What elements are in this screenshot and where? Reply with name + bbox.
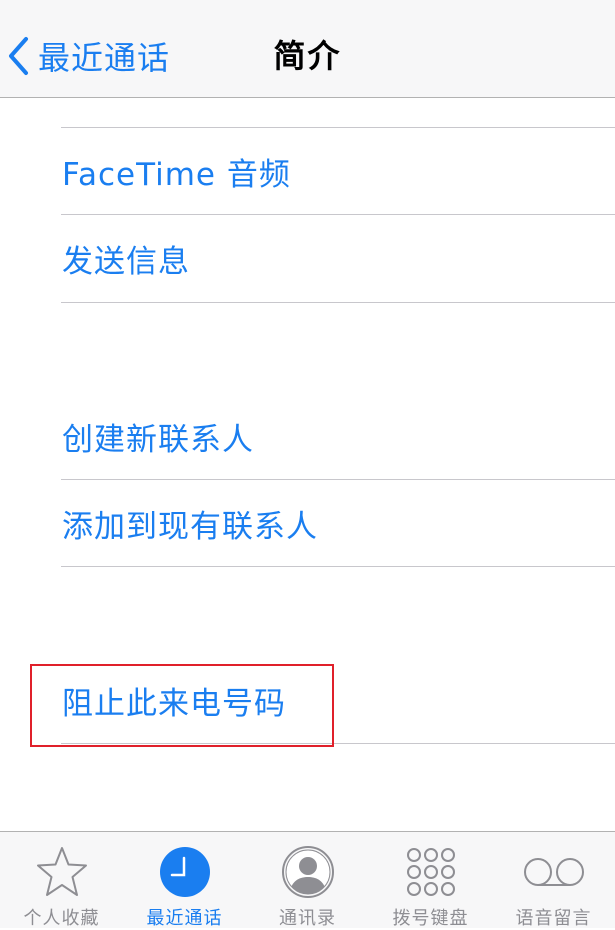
tab-favorites-label: 个人收藏 — [23, 908, 100, 929]
voicemail-icon — [492, 844, 615, 900]
row-separator — [61, 743, 615, 744]
tab-recents[interactable]: 最近通话 — [123, 832, 246, 929]
tab-contacts[interactable]: 通讯录 — [246, 832, 369, 929]
tab-contacts-label: 通讯录 — [279, 908, 336, 929]
contact-info-list: FaceTime 音频 发送信息 创建新联系人 添加到现有联系人 阻止此来电号码 — [0, 98, 615, 831]
row-separator — [61, 566, 615, 567]
tab-keypad[interactable]: 拨号键盘 — [369, 832, 492, 929]
facetime-audio-button[interactable]: FaceTime 音频 — [62, 128, 615, 214]
row-separator — [61, 302, 615, 303]
tab-keypad-label: 拨号键盘 — [392, 908, 469, 929]
send-message-button[interactable]: 发送信息 — [62, 215, 615, 301]
block-caller-button[interactable]: 阻止此来电号码 — [62, 657, 615, 743]
person-icon — [246, 844, 369, 900]
tab-recents-label: 最近通话 — [146, 908, 223, 929]
tab-favorites[interactable]: 个人收藏 — [0, 832, 123, 929]
tab-voicemail[interactable]: 语音留言 — [492, 832, 615, 929]
navigation-bar: 最近通话 简介 — [0, 0, 615, 98]
add-to-existing-contact-button[interactable]: 添加到现有联系人 — [62, 480, 615, 566]
page-title: 简介 — [273, 37, 342, 75]
clock-icon — [123, 844, 246, 900]
create-new-contact-button[interactable]: 创建新联系人 — [62, 393, 615, 479]
keypad-icon — [369, 844, 492, 900]
tab-voicemail-label: 语音留言 — [515, 908, 592, 929]
star-icon — [0, 844, 123, 900]
tab-bar: 个人收藏 最近通话 通讯录 拨号键盘 语音留言 — [0, 831, 615, 929]
